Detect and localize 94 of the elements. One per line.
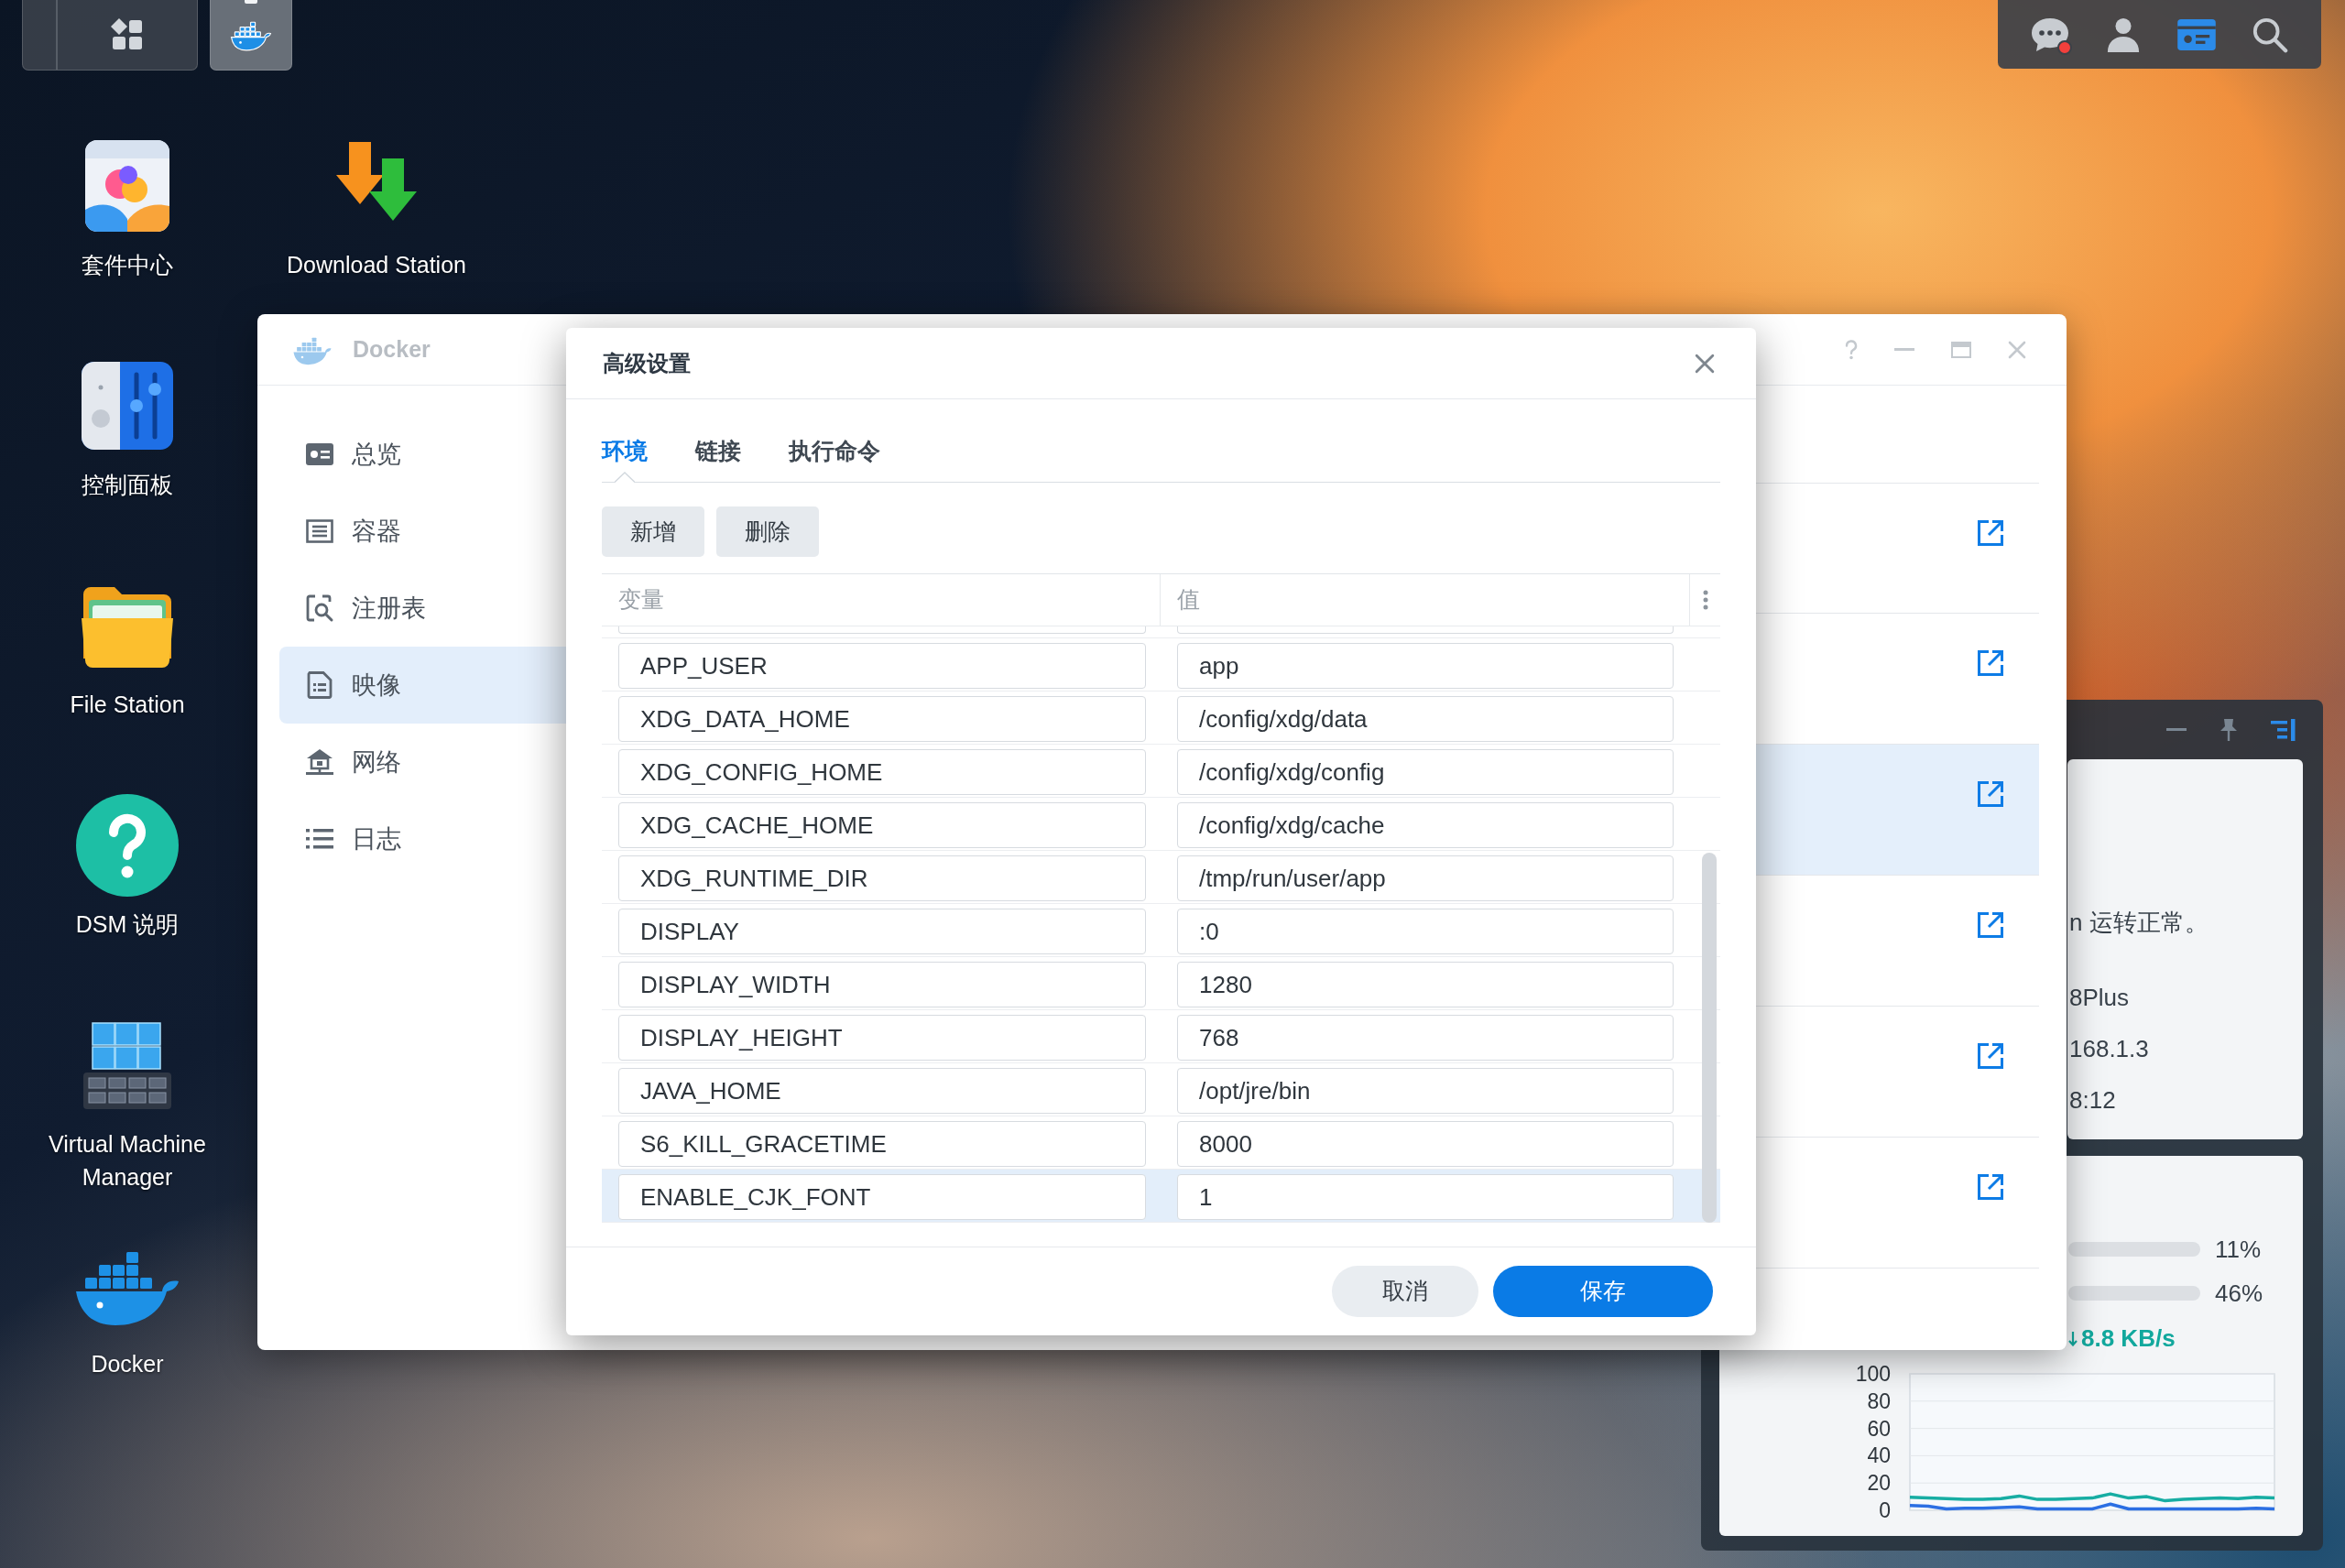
variable-field[interactable]: XDG_CACHE_HOME (618, 802, 1146, 848)
table-row[interactable]: DISPLAY_HEIGHT 768 (602, 1010, 1720, 1063)
variable-field[interactable]: XDG_RUNTIME_DIR (618, 855, 1146, 901)
toolbar-button[interactable]: 新增 (602, 506, 704, 557)
table-row[interactable]: XDG_CACHE_HOME /config/xdg/cache (602, 798, 1720, 851)
value-field[interactable]: 8000 (1177, 1121, 1674, 1167)
value-field[interactable]: :0 (1177, 909, 1674, 954)
input-field[interactable] (1177, 626, 1674, 634)
axis-tick-label: 40 (1867, 1443, 1891, 1468)
close-icon[interactable] (1695, 353, 1715, 374)
variable-field[interactable]: S6_KILL_GRACETIME (618, 1121, 1146, 1167)
chat-bubble-icon[interactable] (2030, 16, 2070, 53)
app-label[interactable]: Virtual Machine Manager (22, 1127, 233, 1193)
axis-tick-label: 100 (1855, 1362, 1891, 1386)
variable-field[interactable]: XDG_DATA_HOME (618, 696, 1146, 742)
value-field[interactable]: /config/xdg/cache (1177, 802, 1674, 848)
list-box-icon (305, 517, 334, 546)
sidebar-item[interactable]: 映像 (279, 647, 566, 724)
value-field[interactable]: 768 (1177, 1015, 1674, 1061)
table-row[interactable]: ENABLE_CJK_FONT 1 (602, 1170, 1720, 1223)
table-row[interactable]: XDG_CONFIG_HOME /config/xdg/config (602, 745, 1720, 798)
down-arrow-icon (2068, 1330, 2078, 1346)
side-panel-icon[interactable] (2271, 718, 2296, 741)
value-field[interactable]: /opt/jre/bin (1177, 1068, 1674, 1114)
external-link-icon[interactable] (1977, 519, 2004, 547)
table-row[interactable]: DISPLAY_WIDTH 1280 (602, 957, 1720, 1010)
value-field[interactable]: 1280 (1177, 962, 1674, 1007)
info-text: 8:12 (2069, 1085, 2117, 1116)
app-label[interactable]: DSM 说明 (75, 908, 180, 941)
input-field[interactable] (618, 626, 1146, 634)
table-row[interactable]: XDG_DATA_HOME /config/xdg/data (602, 691, 1720, 745)
table-row[interactable]: S6_KILL_GRACETIME 8000 (602, 1116, 1720, 1170)
app-label[interactable]: Docker (91, 1347, 164, 1380)
user-icon[interactable] (2106, 16, 2141, 52)
axis-tick-label: 0 (1879, 1498, 1891, 1522)
usage-reading: 46% (2215, 1278, 2263, 1309)
variable-field[interactable]: APP_USER (618, 643, 1146, 689)
variable-field[interactable]: XDG_CONFIG_HOME (618, 749, 1146, 795)
value-field[interactable]: 1 (1177, 1174, 1674, 1220)
external-link-icon[interactable] (1977, 649, 2004, 677)
value-field[interactable]: /config/xdg/config (1177, 749, 1674, 795)
variable-field[interactable]: DISPLAY_HEIGHT (618, 1015, 1146, 1061)
app-label[interactable]: 套件中心 (82, 248, 173, 281)
variable-field[interactable]: ENABLE_CJK_FONT (618, 1174, 1146, 1220)
scrollbar-thumb[interactable] (1702, 853, 1717, 1223)
external-link-icon[interactable] (1977, 1042, 2004, 1070)
pin-icon[interactable] (2220, 717, 2238, 742)
sidebar-item[interactable]: 注册表 (279, 570, 566, 647)
table-row[interactable]: JAVA_HOME /opt/jre/bin (602, 1063, 1720, 1116)
network-house-icon (305, 747, 334, 777)
axis-tick-label: 20 (1867, 1471, 1891, 1496)
external-link-icon[interactable] (1977, 780, 2004, 808)
sidebar-item[interactable]: 总览 (279, 416, 566, 493)
search-icon[interactable] (2252, 16, 2288, 53)
sidebar-item[interactable]: 网络 (279, 724, 566, 800)
status-text: n 运转正常。 (2069, 908, 2209, 938)
value-field[interactable]: /config/xdg/data (1177, 696, 1674, 742)
usage-reading: 11% (2215, 1234, 2262, 1265)
dialog-title: 高级设置 (603, 349, 691, 377)
sidebar-item[interactable]: 容器 (279, 493, 566, 570)
window-title: Docker (353, 334, 431, 364)
table-row[interactable]: DISPLAY :0 (602, 904, 1720, 957)
tab[interactable]: 链接 (695, 434, 741, 483)
tab[interactable]: 执行命令 (789, 434, 880, 483)
document-list-icon (305, 670, 334, 700)
tab[interactable]: 环境 (602, 434, 648, 483)
table-row[interactable]: APP_USER app (602, 638, 1720, 691)
axis-tick-label: 60 (1867, 1416, 1891, 1441)
document-search-icon (305, 593, 334, 623)
variable-field[interactable]: DISPLAY_WIDTH (618, 962, 1146, 1007)
table-row[interactable]: XDG_RUNTIME_DIR /tmp/run/user/app (602, 851, 1720, 904)
axis-tick-label: 80 (1867, 1388, 1891, 1413)
app-label[interactable]: 控制面板 (82, 468, 173, 501)
main-menu-button[interactable] (22, 0, 198, 71)
info-text: 168.1.3 (2069, 1034, 2150, 1064)
sidebar-item[interactable]: 日志 (279, 800, 566, 877)
value-field[interactable]: /tmp/run/user/app (1177, 855, 1674, 901)
value-field[interactable]: app (1177, 643, 1674, 689)
variable-field[interactable]: JAVA_HOME (618, 1068, 1146, 1114)
app-label[interactable]: Download Station (287, 248, 466, 281)
widgets-icon[interactable] (2177, 18, 2216, 50)
cancel-button[interactable]: 取消 (1332, 1265, 1478, 1317)
save-button[interactable]: 保存 (1493, 1265, 1713, 1317)
toolbar-button[interactable]: 删除 (716, 506, 819, 557)
column-menu-icon[interactable] (1702, 590, 1708, 610)
variable-field[interactable]: DISPLAY (618, 909, 1146, 954)
open-indicator-icon (245, 0, 257, 4)
external-link-icon[interactable] (1977, 911, 2004, 939)
info-text: 8Plus (2069, 983, 2131, 1013)
app-grid-icon (110, 18, 144, 51)
network-speed: 8.8 KB/s (2081, 1323, 2176, 1354)
app-label[interactable]: File Station (70, 688, 185, 721)
external-link-icon[interactable] (1977, 1173, 2004, 1201)
taskbar-app-button[interactable] (210, 0, 292, 71)
